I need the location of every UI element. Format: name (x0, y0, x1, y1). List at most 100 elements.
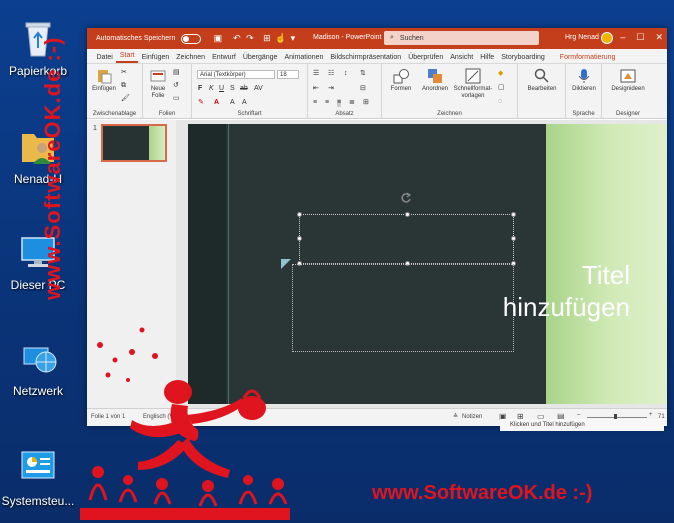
title-placeholder[interactable] (292, 264, 514, 352)
align-text-icon[interactable]: ⊟ (360, 85, 366, 93)
editing-label: Bearbeiten (527, 86, 557, 92)
tab-bildschirmpraesentation[interactable]: Bildschirmpräsentation (327, 54, 405, 63)
align-center-icon[interactable]: ≡ (325, 99, 329, 107)
font-grow-icon[interactable]: A (230, 99, 235, 107)
decrease-indent-icon[interactable]: ⇤ (313, 85, 319, 93)
bullets-icon[interactable]: ☰ (313, 70, 319, 78)
tab-formformatierung[interactable]: Formformatierung (556, 54, 619, 63)
text-direction-icon[interactable]: ⇅ (360, 70, 366, 78)
format-painter-icon[interactable]: 🖌 (121, 95, 130, 103)
align-right-icon[interactable]: ≡ (337, 99, 342, 107)
cut-icon[interactable]: ✂ (121, 69, 127, 77)
increase-indent-icon[interactable]: ⇥ (328, 85, 334, 93)
tab-datei[interactable]: Datei (93, 54, 116, 63)
layout-icon[interactable]: ▤ (173, 69, 180, 77)
save-icon[interactable]: ▣ (213, 34, 223, 43)
autosave-label: Automatisches Speichern (96, 35, 176, 42)
smartart-icon[interactable]: ⊞ (363, 99, 369, 107)
paste-button[interactable]: Einfügen (90, 68, 118, 92)
resize-handle[interactable] (297, 236, 302, 241)
char-spacing-icon[interactable]: AV (254, 85, 263, 93)
notes-button[interactable]: Notizen (462, 414, 482, 420)
font-color-icon[interactable]: A (214, 99, 219, 107)
zoom-slider[interactable] (587, 417, 647, 418)
close-icon[interactable]: ✕ (655, 32, 663, 43)
shadow-icon[interactable]: S (230, 85, 235, 93)
section-icon[interactable]: ▭ (173, 95, 180, 103)
tab-einfuegen[interactable]: Einfügen (138, 54, 173, 63)
notes-icon[interactable]: ≙ (453, 413, 458, 420)
line-spacing-icon[interactable]: ↕ (344, 70, 348, 78)
autosave-toggle[interactable] (181, 33, 202, 44)
shape-fill-icon[interactable]: ◆ (498, 70, 503, 78)
resize-handle[interactable] (511, 236, 516, 241)
copy-icon[interactable]: ⧉ (121, 82, 126, 90)
search-icon (534, 68, 550, 84)
group-drawing: Formen Anordnen Schnellformat- vorlagen … (382, 64, 518, 118)
desktop-icon-control-panel[interactable]: Systemsteu... (0, 448, 76, 508)
font-name-select[interactable]: Arial (Textkörper) (197, 70, 275, 79)
present-icon[interactable]: ⊞ (262, 34, 271, 43)
tab-ansicht[interactable]: Ansicht (447, 54, 477, 63)
resize-handle[interactable] (511, 212, 516, 217)
clear-format-icon[interactable]: A (242, 99, 247, 107)
minimize-icon[interactable]: – (620, 32, 625, 43)
resize-handle[interactable] (405, 212, 410, 217)
group-label-font: Schriftart (237, 111, 262, 117)
italic-icon[interactable]: K (209, 85, 214, 93)
quick-styles-label-2: vorlagen (461, 93, 485, 99)
selected-placeholder[interactable] (297, 212, 516, 266)
slide-title[interactable]: Titel hinzufügen (503, 259, 630, 323)
quick-styles-button[interactable]: Schnellformat- vorlagen (452, 68, 494, 100)
design-ideas-button[interactable]: Designideen (606, 68, 650, 92)
reset-icon[interactable]: ↺ (173, 82, 179, 90)
group-font: Arial (Textkörper) 18 F K U S ab AV ✎ A … (192, 64, 308, 118)
user-name[interactable]: Hrg Nenad (565, 34, 599, 41)
editing-button[interactable]: Bearbeiten (522, 68, 562, 92)
bold-icon[interactable]: F (198, 85, 202, 93)
highlight-icon[interactable]: ✎ (198, 99, 204, 107)
tab-animationen[interactable]: Animationen (281, 54, 327, 63)
group-voice: Diktieren Sprache (566, 64, 602, 118)
group-label-designer: Designer (615, 111, 640, 117)
search-box[interactable]: ⌕ Suchen (384, 31, 539, 45)
tab-entwurf[interactable]: Entwurf (209, 54, 240, 63)
tab-zeichnen[interactable]: Zeichnen (173, 54, 209, 63)
slide-title-line-1: Titel (581, 260, 630, 290)
new-slide-button[interactable]: Neue Folie (146, 68, 170, 100)
customize-qat-icon[interactable]: ▾ (288, 34, 297, 43)
redo-icon[interactable]: ↷ (245, 34, 254, 43)
arrange-button[interactable]: Anordnen (418, 68, 452, 92)
new-slide-icon (150, 68, 166, 84)
shape-effects-icon[interactable]: ◌ (498, 98, 502, 106)
design-ideas-label: Designideen (611, 86, 645, 92)
tab-uebergaenge[interactable]: Übergänge (239, 54, 281, 63)
align-left-icon[interactable]: ≡ (313, 99, 317, 107)
maximize-icon[interactable]: ☐ (636, 32, 644, 43)
resize-handle[interactable] (297, 212, 302, 217)
tab-ueberpruefen[interactable]: Überprüfen (405, 54, 447, 63)
desktop-icon-label: Systemsteu... (1, 494, 75, 508)
shape-outline-icon[interactable]: ▢ (498, 84, 505, 92)
avatar[interactable] (601, 32, 613, 44)
zoom-out-icon[interactable]: – (577, 412, 580, 418)
numbering-icon[interactable]: ☷ (328, 70, 334, 78)
tab-hilfe[interactable]: Hilfe (477, 54, 498, 63)
watermark-vertical: www.SoftwareOK.de :-) (40, 36, 65, 300)
title-bar: Automatisches Speichern ▣ ↶ ↷ ⊞ ☝ ▾ Madi… (87, 28, 667, 49)
strikethrough-icon[interactable]: ab (240, 85, 248, 93)
justify-icon[interactable]: ≣ (349, 99, 355, 107)
dictate-button[interactable]: Diktieren (568, 68, 600, 92)
slide-thumbnail[interactable] (101, 124, 167, 162)
shapes-button[interactable]: Formen (386, 68, 416, 92)
touch-mode-icon[interactable]: ☝ (275, 34, 286, 43)
zoom-in-icon[interactable]: + (649, 412, 653, 418)
underline-icon[interactable]: U (219, 85, 224, 93)
rotate-handle-icon[interactable] (400, 191, 412, 203)
desktop-icon-network[interactable]: Netzwerk (0, 338, 76, 398)
design-ideas-icon (620, 68, 636, 84)
tab-start[interactable]: Start (116, 52, 139, 63)
tab-storyboarding[interactable]: Storyboarding (498, 54, 549, 63)
undo-icon[interactable]: ↶ (232, 34, 241, 43)
font-size-select[interactable]: 18 (277, 70, 299, 79)
